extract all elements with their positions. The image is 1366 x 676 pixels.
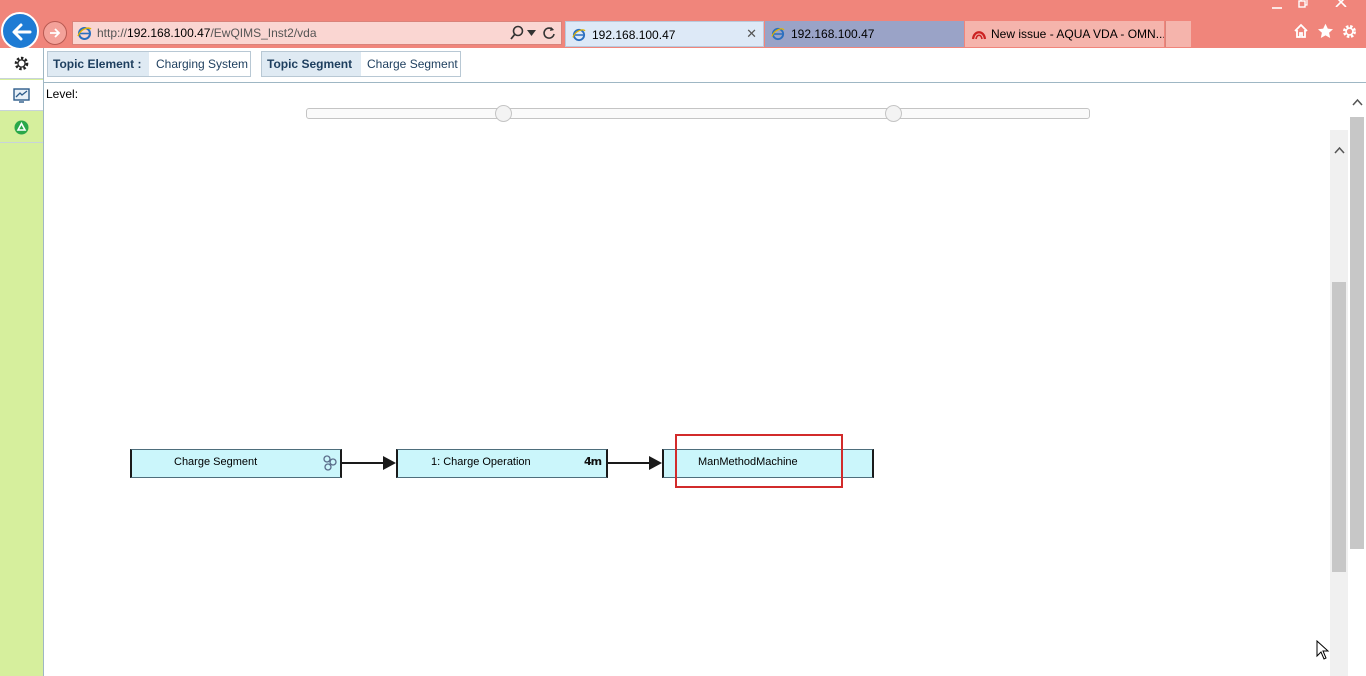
arrow-head-icon — [383, 456, 396, 470]
forward-arrow-icon — [50, 28, 61, 38]
monitor-icon — [13, 88, 30, 103]
refresh-icon[interactable] — [541, 25, 557, 41]
recycle-icon — [14, 120, 29, 135]
level-slider-handle-max[interactable] — [885, 105, 902, 122]
scroll-up-icon[interactable] — [1352, 98, 1363, 106]
url-host: 192.168.100.47 — [127, 26, 211, 40]
rail-settings-button[interactable] — [0, 48, 43, 79]
diagram-scrollbar[interactable] — [1330, 130, 1348, 676]
url-text[interactable]: http://192.168.100.47/EwQIMS_Inst2/vda — [97, 26, 317, 40]
node-label: 1: Charge Operation — [431, 456, 531, 468]
back-button[interactable] — [1, 12, 39, 50]
url-path: /EwQIMS_Inst2/vda — [210, 26, 317, 40]
tab-label: 192.168.100.47 — [592, 28, 676, 42]
diagram-panel: Level: Charge Segment 1: Charge Operatio… — [44, 84, 1366, 676]
tab-close-icon[interactable]: ✕ — [746, 26, 757, 42]
mouse-cursor-icon — [1316, 640, 1330, 660]
topic-segment-pill: Topic Segment Charge Segment — [261, 51, 461, 77]
tab-active[interactable]: 192.168.100.47 ✕ — [565, 21, 764, 47]
gear-icon[interactable] — [1341, 23, 1358, 40]
4m-icon: 4m — [584, 455, 602, 468]
topic-element-value[interactable]: Charging System — [156, 52, 248, 76]
back-arrow-icon — [12, 23, 32, 41]
scroll-up-icon[interactable] — [1334, 146, 1345, 154]
page-scrollbar-thumb[interactable] — [1350, 117, 1364, 549]
settings-icon — [14, 56, 29, 71]
aqua-logo-icon — [971, 31, 987, 40]
node-label: Charge Segment — [174, 456, 258, 468]
minimize-icon[interactable] — [1272, 2, 1282, 10]
diagram-scrollbar-thumb[interactable] — [1332, 282, 1346, 572]
search-icon[interactable] — [509, 25, 525, 41]
address-bar[interactable]: http://192.168.100.47/EwQIMS_Inst2/vda — [72, 21, 562, 45]
tab-label: 192.168.100.47 — [791, 27, 875, 41]
connector-line — [607, 462, 650, 464]
topic-segment-value[interactable]: Charge Segment — [367, 52, 458, 76]
tab-label: New issue - AQUA VDA - OMN... — [991, 27, 1164, 41]
topic-element-key: Topic Element : — [48, 52, 149, 76]
page-scrollbar[interactable] — [1348, 84, 1366, 676]
rail-recycle-button[interactable] — [0, 112, 43, 143]
level-slider-handle-min[interactable] — [495, 105, 512, 122]
diagram-node-charge-operation[interactable]: 1: Charge Operation 4m — [396, 449, 608, 478]
chevron-down-icon[interactable] — [527, 30, 536, 36]
topic-bar: Topic Element : Charging System Topic Se… — [44, 48, 1366, 83]
arrow-head-icon — [649, 456, 662, 470]
topic-element-pill: Topic Element : Charging System — [47, 51, 251, 77]
home-icon[interactable] — [1293, 23, 1309, 39]
rail-monitor-button[interactable] — [0, 80, 43, 111]
close-window-icon[interactable] — [1335, 0, 1347, 7]
level-slider-track[interactable] — [306, 108, 1090, 119]
diagram-node-charge-segment[interactable]: Charge Segment — [130, 449, 342, 478]
ie-logo-icon — [572, 28, 586, 42]
segment-icon — [323, 455, 337, 471]
ie-logo-icon — [77, 27, 92, 40]
star-icon[interactable] — [1317, 23, 1334, 39]
url-prefix: http:// — [97, 26, 128, 40]
tab-third[interactable]: New issue - AQUA VDA - OMN... — [965, 21, 1164, 47]
connector-line — [341, 462, 383, 464]
left-rail — [0, 48, 44, 676]
ie-logo-icon — [771, 27, 785, 41]
forward-button[interactable] — [43, 21, 67, 45]
restore-icon[interactable] — [1298, 0, 1309, 8]
tab-second[interactable]: 192.168.100.47 — [765, 21, 964, 47]
new-tab-button[interactable] — [1165, 21, 1191, 47]
selection-highlight — [675, 434, 843, 488]
level-label: Level: — [46, 87, 79, 101]
browser-chrome: http://192.168.100.47/EwQIMS_Inst2/vda 1… — [0, 0, 1366, 50]
topic-segment-key: Topic Segment — [262, 52, 361, 76]
